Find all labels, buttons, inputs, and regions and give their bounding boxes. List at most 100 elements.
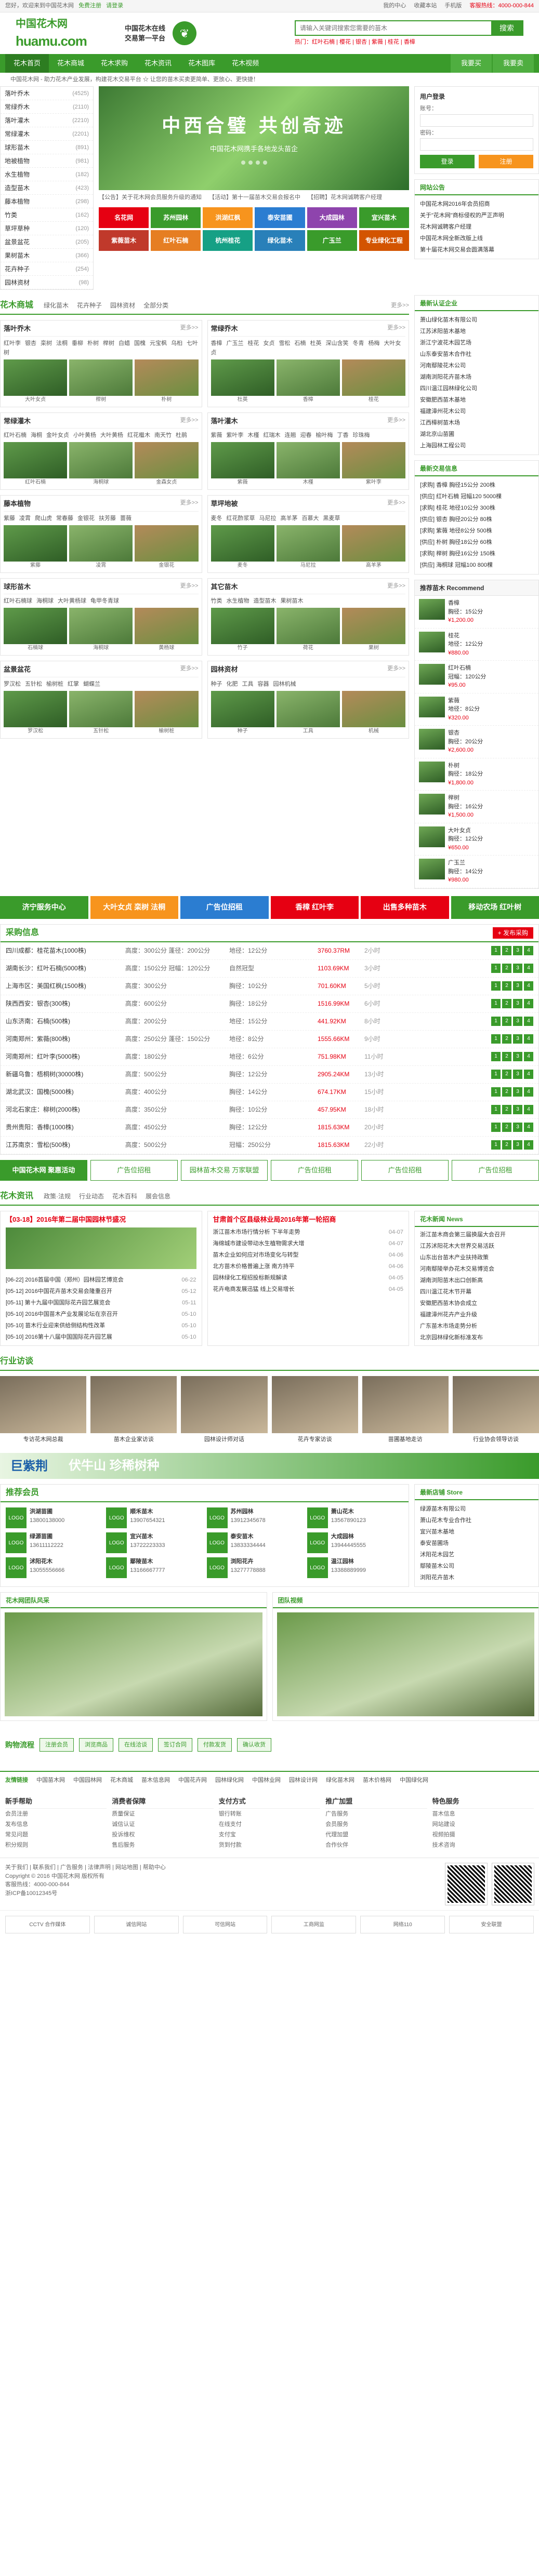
product-tag[interactable]: 紫藤 <box>4 515 15 522</box>
recommend-item[interactable]: 紫薇 地径：8公分 ¥320.00 <box>415 693 538 726</box>
member-logo[interactable]: LOGO <box>307 1557 328 1578</box>
service-tile[interactable]: 移动农场 红叶树 <box>451 896 539 919</box>
page-button[interactable]: 3 <box>513 1105 522 1114</box>
product-image[interactable] <box>4 608 68 644</box>
more-link[interactable]: 更多>> <box>180 664 199 675</box>
news-right-item[interactable]: 江苏沭阳花木大世界交易活跃 <box>420 1240 533 1252</box>
product-image[interactable] <box>135 690 199 727</box>
product-caption[interactable]: 金森女贞 <box>135 478 198 486</box>
register-link[interactable]: 免费注册 <box>78 3 101 9</box>
ad-slot[interactable]: 广告位招租 <box>452 1159 539 1181</box>
news-item[interactable]: [05-10] 2016中国苗木产业发展论坛在京召开 05-10 <box>6 1309 196 1320</box>
product-tag[interactable]: 广玉兰 <box>227 340 244 346</box>
page-button[interactable]: 2 <box>502 981 511 991</box>
product-caption[interactable]: 凌霄 <box>69 562 133 569</box>
i-want-buy-button[interactable]: 我要买 <box>450 54 492 73</box>
news-tab[interactable]: 行业动态 <box>79 1192 104 1201</box>
interview-photo[interactable] <box>181 1376 268 1433</box>
help-link[interactable]: 常见问题 <box>5 1830 107 1840</box>
friend-link[interactable]: 园林绿化网 <box>215 1776 244 1785</box>
ad-tile[interactable]: 泰安苗圃 <box>255 207 305 228</box>
news-image[interactable] <box>6 1227 196 1269</box>
interview-card[interactable]: 苗木企业家访谈 <box>90 1376 177 1446</box>
news-item[interactable]: [05-10] 2016第十八届中国国际花卉园艺展 05-10 <box>6 1331 196 1343</box>
product-image[interactable] <box>341 690 406 727</box>
product-image[interactable] <box>4 359 68 396</box>
product-tag[interactable]: 元宝枫 <box>150 340 167 346</box>
buy-row[interactable]: 江苏南京：雪松(500株) 高度：500公分 冠幅：250公分 1815.63KM 22… <box>1 1137 538 1154</box>
product-tag[interactable]: 红叶李 <box>4 340 21 346</box>
trade-item[interactable]: [供应] 朴树 胸径18公分 60株 <box>420 537 533 548</box>
product-tag[interactable]: 工具 <box>242 681 254 687</box>
recommend-thumb[interactable] <box>419 664 445 685</box>
service-tile[interactable]: 广告位招租 <box>180 896 269 919</box>
trust-badge[interactable]: 诚信网站 <box>94 1916 179 1933</box>
company-item[interactable]: 四川温江园林绿化公司 <box>420 383 533 394</box>
more-link[interactable]: 更多>> <box>387 499 405 509</box>
product-caption[interactable]: 榆树桩 <box>135 727 198 735</box>
company-item[interactable]: 湖南浏阳花卉苗木场 <box>420 371 533 383</box>
ad-slot[interactable]: 中国花木网 聚惠活动 <box>0 1159 87 1181</box>
product-caption[interactable]: 高羊茅 <box>342 562 405 569</box>
page-button[interactable]: 1 <box>491 1034 501 1044</box>
login-button[interactable]: 登录 <box>420 155 475 168</box>
interview-photo[interactable] <box>90 1376 177 1433</box>
product-caption[interactable]: 红叶石楠 <box>4 478 67 486</box>
member-logo[interactable]: LOGO <box>106 1532 127 1553</box>
news-item[interactable]: [05-10] 苗木行业迎来供给侧结构性改革 05-10 <box>6 1320 196 1331</box>
product-tag[interactable]: 水生植物 <box>227 598 249 604</box>
product-tag[interactable]: 扶芳藤 <box>99 515 116 522</box>
company-item[interactable]: 湖北京山苗圃 <box>420 429 533 440</box>
company-item[interactable]: 福建漳州花木公司 <box>420 406 533 417</box>
page-button[interactable]: 4 <box>524 1140 533 1150</box>
notice-list-item[interactable]: 中国花木网全新改版上线 <box>420 233 533 244</box>
friend-link[interactable]: 苗木信息网 <box>141 1776 170 1785</box>
category-item[interactable]: 花卉种子 (254) <box>1 262 93 276</box>
page-button[interactable]: 2 <box>502 1052 511 1061</box>
notice-list-item[interactable]: 花木网诚聘客户经理 <box>420 221 533 233</box>
ad-tile[interactable]: 紫薇苗木 <box>99 230 149 251</box>
company-item[interactable]: 浙江宁波花木园艺场 <box>420 337 533 349</box>
product-caption[interactable]: 马尼拉 <box>277 562 340 569</box>
friend-link[interactable]: 中国园林网 <box>73 1776 102 1785</box>
page-button[interactable]: 4 <box>524 1070 533 1079</box>
notice-item[interactable]: 【公告】关于花木网会员服务升级的通知 <box>99 193 202 202</box>
product-caption[interactable]: 麦冬 <box>211 562 274 569</box>
mall-tab[interactable]: 全部分类 <box>143 301 168 310</box>
page-button[interactable]: 3 <box>513 999 522 1008</box>
company-item[interactable]: 江苏沭阳苗木基地 <box>420 326 533 337</box>
product-image[interactable] <box>69 359 133 396</box>
product-tag[interactable]: 金银花 <box>77 515 95 522</box>
news-right-item[interactable]: 河南鄢陵举办花木交易博览会 <box>420 1263 533 1275</box>
product-caption[interactable]: 杜英 <box>211 396 274 404</box>
product-caption[interactable]: 罗汉松 <box>4 727 67 735</box>
product-tag[interactable]: 朴树 <box>87 340 99 346</box>
news-tab[interactable]: 政策·法规 <box>44 1192 71 1201</box>
category-item[interactable]: 造型苗木 (423) <box>1 181 93 195</box>
product-tag[interactable]: 国槐 <box>134 340 146 346</box>
buy-row[interactable]: 新疆乌鲁：梧桐树(30000株) 高度：500公分 胸径：12公分 2905.24KM… <box>1 1066 538 1084</box>
notice-item[interactable]: 【招聘】花木网诚聘客户经理 <box>308 193 382 202</box>
store-item[interactable]: 鄢陵苗木公司 <box>420 1560 533 1572</box>
member-logo[interactable]: LOGO <box>206 1532 228 1553</box>
buy-row[interactable]: 贵州贵阳：香樟(1000株) 高度：450公分 胸径：12公分 1815.63KM 20… <box>1 1119 538 1137</box>
product-tag[interactable]: 石楠 <box>295 340 306 346</box>
page-button[interactable]: 4 <box>524 1087 533 1097</box>
product-caption[interactable]: 五针松 <box>69 727 133 735</box>
product-tag[interactable]: 紫薇 <box>211 432 222 438</box>
member-logo[interactable]: LOGO <box>206 1557 228 1578</box>
product-tag[interactable]: 冬青 <box>353 340 364 346</box>
product-image[interactable] <box>4 690 68 727</box>
recommend-thumb[interactable] <box>419 696 445 717</box>
news-item[interactable]: 园林绿化工程招投标新规解读 04-05 <box>213 1272 404 1284</box>
store-item[interactable]: 沭阳花木园艺 <box>420 1549 533 1560</box>
product-image[interactable] <box>276 442 340 478</box>
buy-row[interactable]: 上海市区：美国红枫(1500株) 高度：300公分 胸径：10公分 701.60KM 5… <box>1 978 538 995</box>
category-item[interactable]: 果树苗木 (366) <box>1 249 93 262</box>
more-link[interactable]: 更多>> <box>180 499 199 509</box>
page-button[interactable]: 4 <box>524 1105 533 1114</box>
page-button[interactable]: 1 <box>491 1087 501 1097</box>
page-button[interactable]: 3 <box>513 964 522 973</box>
page-button[interactable]: 3 <box>513 1123 522 1132</box>
page-button[interactable]: 1 <box>491 1105 501 1114</box>
